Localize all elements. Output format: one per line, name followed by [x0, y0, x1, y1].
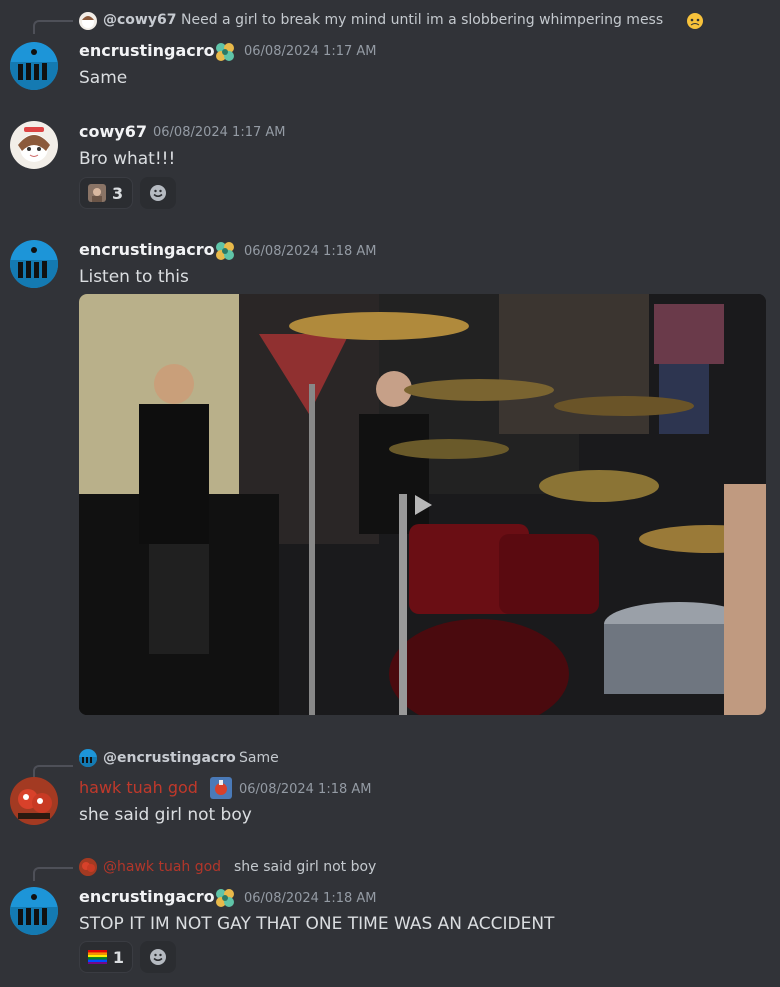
reply-connector	[33, 867, 73, 881]
add-reaction-icon	[150, 949, 166, 965]
reply-text[interactable]: Same	[239, 750, 279, 766]
rainbow-flag-emoji	[88, 950, 107, 964]
timestamp[interactable]: 06/08/2024 1:18 AM	[244, 891, 377, 906]
face-holding-back-tears-emoji	[687, 13, 703, 29]
add-reaction-button[interactable]	[140, 177, 176, 209]
message-text: Bro what!!!	[79, 149, 176, 169]
reaction-count: 3	[112, 183, 124, 203]
avatar[interactable]	[10, 240, 58, 288]
avatar[interactable]	[10, 887, 58, 935]
reaction-button[interactable]: 1	[79, 941, 133, 973]
play-icon	[415, 495, 432, 515]
video-attachment[interactable]	[79, 294, 766, 715]
timestamp[interactable]: 06/08/2024 1:18 AM	[244, 244, 377, 259]
reply-avatar[interactable]	[79, 858, 97, 876]
avatar[interactable]	[10, 42, 58, 90]
author-name[interactable]: encrustingacro	[79, 41, 215, 60]
timestamp[interactable]: 06/08/2024 1:17 AM	[244, 44, 377, 59]
add-reaction-button[interactable]	[140, 941, 176, 973]
play-button[interactable]	[413, 494, 433, 520]
author-name[interactable]: cowy67	[79, 122, 147, 141]
avatar[interactable]	[10, 121, 58, 169]
author-name[interactable]: hawk tuah god	[79, 778, 198, 797]
message-text: Listen to this	[79, 267, 189, 287]
reply-text[interactable]: she said girl not boy	[234, 859, 376, 875]
reply-text[interactable]: Need a girl to break my mind until im a …	[181, 12, 663, 28]
clover-badge-icon[interactable]	[214, 240, 236, 262]
reaction-button[interactable]: 3	[79, 177, 133, 209]
reply-connector	[33, 20, 73, 34]
author-name[interactable]: encrustingacro	[79, 887, 215, 906]
add-reaction-icon	[150, 185, 166, 201]
message-text: she said girl not boy	[79, 805, 252, 825]
reply-avatar[interactable]	[79, 12, 97, 30]
reply-username[interactable]: @cowy67	[103, 12, 176, 28]
timestamp[interactable]: 06/08/2024 1:18 AM	[239, 782, 372, 797]
reply-username[interactable]: @hawk tuah god	[103, 859, 221, 875]
message-text: Same	[79, 68, 128, 88]
clover-badge-icon[interactable]	[214, 41, 236, 63]
message-text: STOP IT IM NOT GAY THAT ONE TIME WAS AN …	[79, 914, 555, 934]
avatar[interactable]	[10, 777, 58, 825]
reply-username[interactable]: @encrustingacro	[103, 750, 236, 766]
face-custom-emoji	[88, 184, 106, 202]
reply-avatar[interactable]	[79, 749, 97, 767]
timestamp[interactable]: 06/08/2024 1:17 AM	[153, 125, 286, 140]
reaction-count: 1	[112, 947, 124, 967]
clover-badge-icon[interactable]	[214, 887, 236, 909]
role-icon[interactable]	[210, 777, 232, 799]
author-name[interactable]: encrustingacro	[79, 240, 215, 259]
